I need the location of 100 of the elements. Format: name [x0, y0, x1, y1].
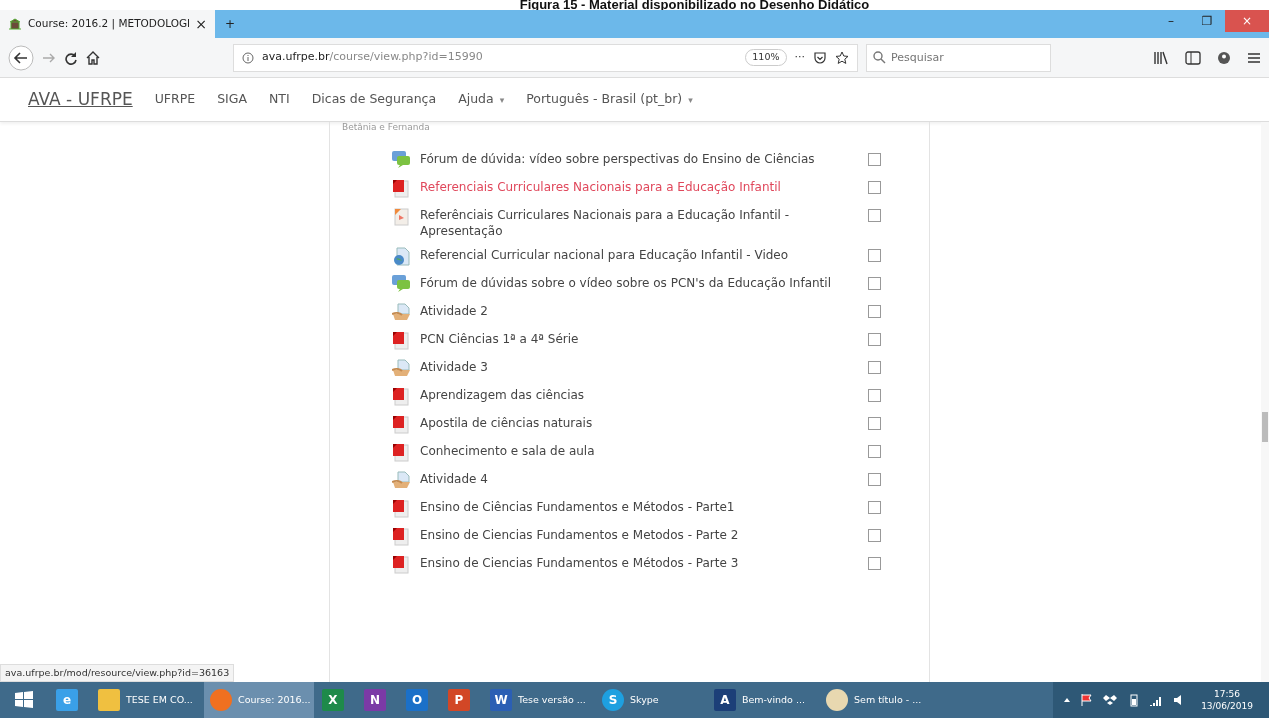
activity-link[interactable]: Ensino de Ciencias Fundamentos e Metodos - Parte 2	[420, 527, 860, 543]
skype-app-icon: S	[602, 689, 624, 711]
taskbar-item[interactable]: S Skype	[596, 682, 706, 718]
caret-icon: ▾	[499, 95, 505, 106]
pdf-file-icon	[392, 179, 412, 199]
new-tab-button[interactable]: +	[215, 13, 245, 35]
ie-app-icon: e	[56, 689, 78, 711]
pdf-file-icon	[392, 331, 412, 351]
section-note: Betânia e Fernanda	[342, 122, 431, 133]
taskbar-item[interactable]: Sem título - ...	[820, 682, 930, 718]
activity-link[interactable]: Referencial Curricular nacional para Educação Infantil - Video	[420, 247, 860, 263]
powerpoint-app-icon: P	[448, 689, 470, 711]
activity-link[interactable]: Atividade 2	[420, 303, 860, 319]
onenote-app-icon: N	[364, 689, 386, 711]
nav-link[interactable]: UFRPE	[154, 90, 196, 109]
activity-link[interactable]: Atividade 4	[420, 471, 860, 487]
completion-checkbox[interactable]	[868, 153, 881, 166]
taskbar-item[interactable]: W Tese versão ...	[484, 682, 594, 718]
forum-icon	[392, 275, 412, 295]
completion-checkbox[interactable]	[868, 209, 881, 222]
scrollbar[interactable]	[1261, 122, 1269, 682]
activity-link[interactable]: Fórum de dúvida: vídeo sobre perspectivas do Ensino de Ciências	[420, 151, 860, 167]
search-field[interactable]: Pesquisar	[866, 43, 1051, 72]
assignment-icon	[392, 359, 412, 379]
close-button[interactable]: ×	[1225, 10, 1269, 32]
completion-checkbox[interactable]	[868, 389, 881, 402]
home-icon[interactable]	[86, 50, 100, 65]
taskbar-item[interactable]: P	[442, 682, 482, 718]
completion-checkbox[interactable]	[868, 333, 881, 346]
completion-checkbox[interactable]	[868, 473, 881, 486]
reload-icon[interactable]	[64, 50, 78, 65]
activity-link[interactable]: Referênciais Curriculares Nacionais para a Educação Infantil - Apresentação	[420, 207, 860, 239]
show-hidden-icons-icon[interactable]	[1063, 696, 1072, 704]
account-icon[interactable]	[1217, 50, 1231, 65]
clock[interactable]: 17:56 13/06/2019	[1195, 688, 1259, 712]
activity-link[interactable]: PCN Ciências 1ª a 4ª Série	[420, 331, 860, 347]
completion-checkbox[interactable]	[868, 445, 881, 458]
activity-link[interactable]: Fórum de dúvidas sobre o vídeo sobre os PCN's da Educação Infantil	[420, 275, 860, 291]
app-app-icon: A	[714, 689, 736, 711]
assignment-icon	[392, 303, 412, 323]
address-bar[interactable]: ava.ufrpe.br/course/view.php?id=15990 110% ···	[233, 43, 858, 72]
back-icon[interactable]	[8, 44, 34, 71]
tab-title: Course: 2016.2 | METODOLOGI	[28, 16, 190, 32]
completion-checkbox[interactable]	[868, 501, 881, 514]
pdf-file-icon	[392, 415, 412, 435]
assignment-icon	[392, 471, 412, 491]
pocket-icon[interactable]	[813, 50, 827, 65]
dropbox-icon[interactable]	[1103, 693, 1118, 707]
activity-link[interactable]: Referenciais Curriculares Nacionais para a Educação Infantil	[420, 179, 860, 195]
taskbar-item[interactable]: N	[358, 682, 398, 718]
pdf-file-icon	[392, 387, 412, 407]
folder-app-icon	[98, 689, 120, 711]
star-icon[interactable]	[835, 50, 849, 65]
pdf-file-icon	[392, 527, 412, 547]
browser-tab[interactable]: Course: 2016.2 | METODOLOGI ×	[0, 10, 215, 38]
excel-app-icon: X	[322, 689, 344, 711]
presentation-file-icon	[392, 207, 412, 227]
activity-link[interactable]: Ensino de Ciências Fundamentos e Métodos - Parte1	[420, 499, 860, 515]
site-brand[interactable]: AVA - UFRPE	[28, 86, 133, 113]
nav-link[interactable]: Dicas de Segurança	[311, 90, 437, 109]
windows-logo-icon	[14, 690, 34, 710]
url-text: ava.ufrpe.br/course/view.php?id=15990	[262, 49, 484, 66]
word-app-icon: W	[490, 689, 512, 711]
completion-checkbox[interactable]	[868, 181, 881, 194]
menu-icon[interactable]	[1247, 50, 1261, 65]
completion-checkbox[interactable]	[868, 557, 881, 570]
completion-checkbox[interactable]	[868, 305, 881, 318]
activity-link[interactable]: Apostila de ciências naturais	[420, 415, 860, 431]
nav-link[interactable]: Ajuda ▾	[458, 90, 505, 109]
activity-link[interactable]: Ensino de Ciencias Fundamentos e Métodos - Parte 3	[420, 555, 860, 571]
completion-checkbox[interactable]	[868, 529, 881, 542]
paint-app-icon	[826, 689, 848, 711]
completion-checkbox[interactable]	[868, 249, 881, 262]
more-actions-button[interactable]: ···	[794, 49, 805, 66]
completion-checkbox[interactable]	[868, 277, 881, 290]
taskbar-item[interactable]: O	[400, 682, 440, 718]
forum-icon	[392, 151, 412, 171]
taskbar-item[interactable]: A Bem-vindo ...	[708, 682, 818, 718]
sidebar-icon[interactable]	[1185, 50, 1201, 65]
completion-checkbox[interactable]	[868, 361, 881, 374]
tab-close-button[interactable]: ×	[195, 13, 207, 35]
pdf-file-icon	[392, 499, 412, 519]
completion-checkbox[interactable]	[868, 417, 881, 430]
nav-link[interactable]: SIGA	[217, 90, 247, 109]
nav-link[interactable]: NTI	[269, 90, 290, 109]
pdf-file-icon	[392, 555, 412, 575]
library-icon[interactable]	[1153, 50, 1169, 65]
pdf-file-icon	[392, 443, 412, 463]
status-url: ava.ufrpe.br/mod/resource/view.php?id=36163	[0, 663, 235, 682]
taskbar-item[interactable]: TESE EM CO...	[92, 682, 202, 718]
activity-link[interactable]: Atividade 3	[420, 359, 860, 375]
flag-icon[interactable]	[1080, 693, 1095, 707]
taskbar-item[interactable]: X	[316, 682, 356, 718]
nav-link[interactable]: Português - Brasil (pt_br) ▾	[526, 90, 693, 109]
minimize-button[interactable]: –	[1153, 10, 1189, 32]
restore-button[interactable]: ❐	[1189, 10, 1225, 32]
activity-link[interactable]: Conhecimento e sala de aula	[420, 443, 860, 459]
info-icon	[242, 51, 254, 64]
site-icon	[8, 18, 22, 30]
activity-link[interactable]: Aprendizagem das ciências	[420, 387, 860, 403]
